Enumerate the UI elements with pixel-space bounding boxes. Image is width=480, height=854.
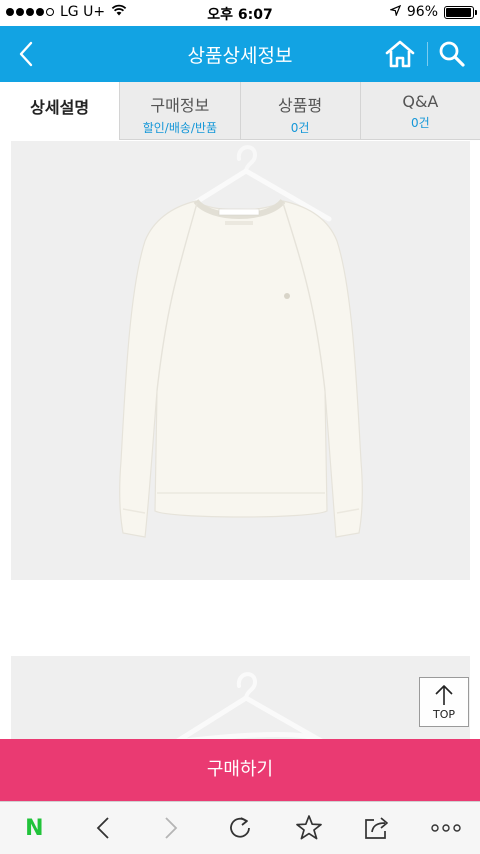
product-image [11, 656, 470, 739]
arrow-up-icon [435, 685, 453, 705]
browser-back-button[interactable] [81, 806, 125, 850]
tab-qna[interactable]: Q&A 0건 [359, 82, 480, 139]
tab-label: Q&A [402, 92, 439, 111]
hanger-illustration [176, 672, 323, 739]
app-header: 상품상세정보 [0, 26, 480, 82]
browser-more-button[interactable] [424, 806, 468, 850]
tab-sublabel: 할인/배송/반품 [142, 121, 218, 135]
more-icon [430, 824, 461, 832]
naver-logo-icon: N [25, 815, 44, 841]
chevron-right-icon [165, 817, 178, 839]
home-icon [385, 40, 415, 68]
battery-percent: 96% [406, 4, 438, 20]
status-bar: LG U+ 오후 6:07 96% [0, 0, 480, 26]
location-arrow-icon [388, 4, 402, 20]
tab-sublabel: 0건 [411, 116, 430, 130]
buy-button[interactable]: 구매하기 [0, 739, 480, 801]
tab-description[interactable]: 상세설명 [0, 82, 120, 140]
home-button[interactable] [382, 36, 418, 72]
tab-label: 구매정보 [150, 96, 210, 115]
search-button[interactable] [434, 36, 470, 72]
tab-label: 상품평 [278, 96, 323, 115]
scroll-top-label: TOP [432, 708, 455, 721]
tab-reviews[interactable]: 상품평 0건 [239, 82, 360, 139]
share-icon [365, 817, 388, 839]
tab-label: 상세설명 [30, 98, 90, 117]
sweater-illustration [119, 145, 363, 538]
browser-toolbar: N [0, 801, 480, 854]
tab-sublabel: 0건 [290, 121, 310, 135]
refresh-icon [230, 817, 250, 838]
app-screen: LG U+ 오후 6:07 96% 상품상세정보 상세설명 구매정보 할인/배송… [0, 0, 480, 854]
browser-refresh-button[interactable] [218, 806, 262, 850]
product-image [11, 141, 470, 580]
header-divider [427, 42, 428, 66]
scroll-top-button[interactable]: TOP [419, 677, 469, 727]
detail-tabs: 상세설명 구매정보 할인/배송/반품 상품평 0건 Q&A 0건 [0, 82, 480, 140]
tab-purchase-info[interactable]: 구매정보 할인/배송/반품 [119, 82, 239, 139]
chevron-left-icon [96, 817, 109, 839]
battery-icon [444, 5, 477, 19]
search-icon [439, 41, 465, 67]
star-icon [295, 815, 322, 840]
browser-bookmark-button[interactable] [287, 806, 331, 850]
browser-forward-button[interactable] [149, 806, 193, 850]
product-detail-content[interactable] [0, 141, 480, 739]
browser-share-button[interactable] [355, 806, 399, 850]
naver-home-button[interactable]: N [12, 806, 56, 850]
